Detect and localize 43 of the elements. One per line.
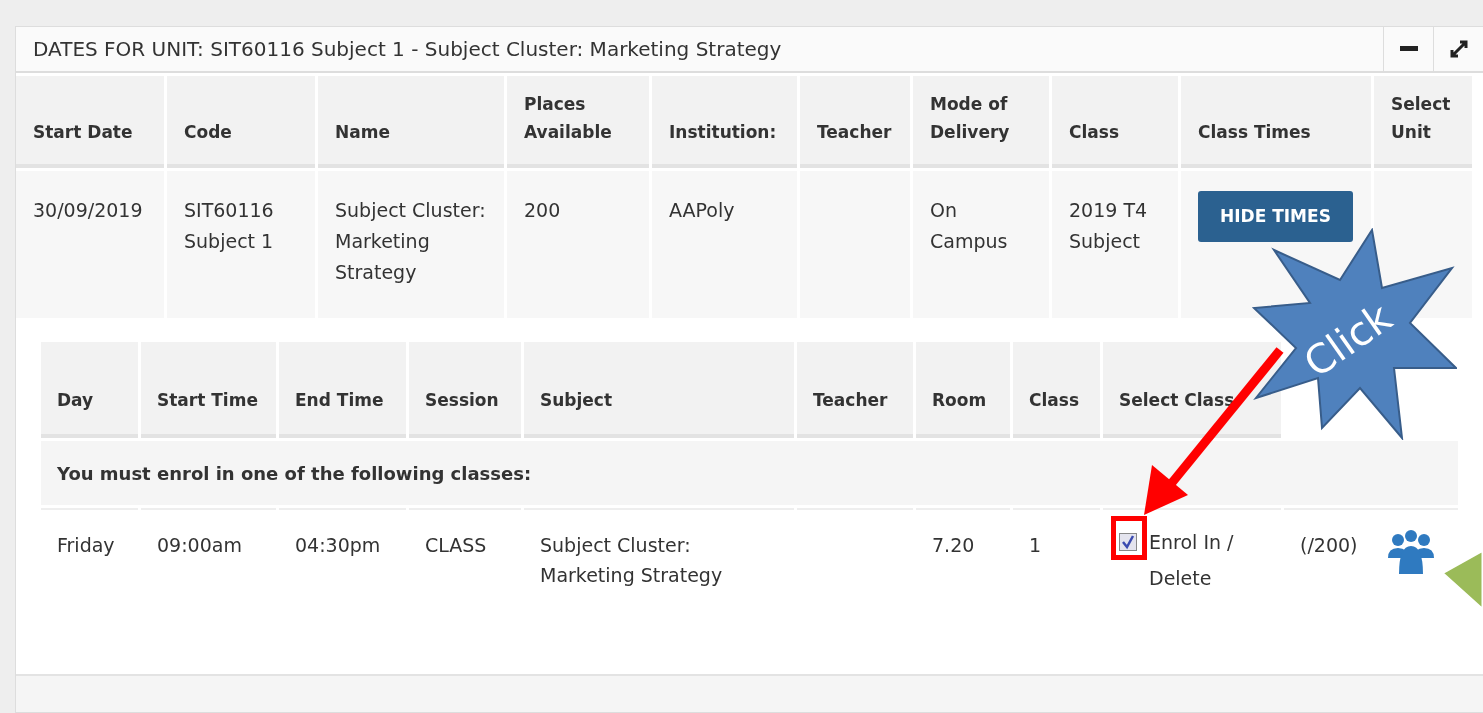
minimize-icon	[1399, 46, 1418, 52]
column-header: Code	[167, 76, 315, 168]
table-cell: Subject Cluster: Marketing Strategy	[335, 199, 486, 283]
checkbox-label: Enrol In / Delete	[1149, 530, 1235, 591]
column-header: Places Available	[507, 76, 649, 168]
callout-text: Click	[1294, 292, 1401, 389]
column-header: Select Class	[1103, 342, 1281, 438]
table-cell: Subject Cluster: Marketing Strategy	[540, 534, 723, 586]
column-header: Mode of Delivery	[913, 76, 1049, 168]
table-cell: SIT60116 Subject 1	[184, 199, 274, 252]
table-cell: AAPoly	[669, 199, 735, 221]
column-header: Teacher	[800, 76, 910, 168]
table-cell: 1	[1029, 534, 1042, 556]
table-cell: 2019 T4 Subject	[1069, 199, 1148, 252]
column-header: Session	[409, 342, 521, 438]
column-header: Class	[1013, 342, 1100, 438]
column-header: Class	[1052, 76, 1178, 168]
checkbox[interactable]	[1119, 533, 1137, 551]
table-cell: CLASS	[425, 534, 487, 556]
enrol-notice: You must enrol in one of the following classes:	[57, 462, 532, 484]
table-cell: 7.20	[932, 534, 975, 556]
hide-times-button[interactable]: HIDE TIMES	[1198, 191, 1353, 242]
column-header: End Time	[279, 342, 406, 438]
column-header: Class Times	[1181, 76, 1371, 168]
column-header: Teacher	[797, 342, 913, 438]
column-header: Room	[916, 342, 1010, 438]
column-header: Institution:	[652, 76, 797, 168]
column-header: Subject	[524, 342, 794, 438]
table-cell: On Campus	[930, 199, 1008, 252]
column-header: Start Date	[16, 76, 164, 168]
group-icon	[1387, 530, 1434, 574]
table-cell: 04:30pm	[295, 534, 381, 556]
highlight-frame	[1111, 516, 1147, 560]
column-header: Select Unit	[1374, 76, 1472, 168]
table-cell: 09:00am	[157, 534, 242, 556]
column-header: Name	[318, 76, 504, 168]
places-count: (/200)	[1300, 533, 1358, 558]
panel-title: DATES FOR UNIT: SIT60116 Subject 1 - Subject Cluster: Marketing Strategy	[32, 36, 783, 63]
table-cell: 200	[524, 199, 561, 221]
table-cell: 30/09/2019	[33, 199, 143, 221]
table-cell: Friday	[57, 534, 115, 556]
column-header: Start Time	[141, 342, 276, 438]
column-header: Day	[41, 342, 138, 438]
